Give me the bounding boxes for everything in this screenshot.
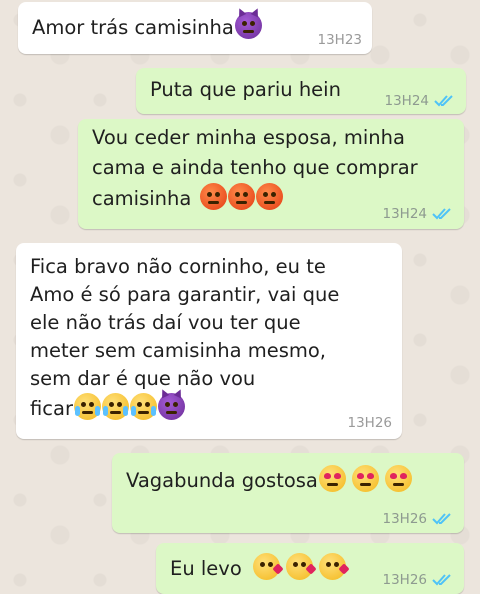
message-time: 13H24	[384, 93, 429, 109]
angry-face-icon	[200, 183, 228, 210]
message-text: Vagabunda gostosa	[126, 469, 318, 492]
double-check-read-icon	[432, 208, 451, 220]
double-check-read-icon	[432, 513, 451, 525]
message-bubble-outgoing[interactable]: Puta que pariu hein 13H24	[136, 68, 466, 114]
message-meta: 13H26	[382, 511, 452, 527]
message-time: 13H23	[317, 32, 362, 48]
kissing-heart-icon	[252, 553, 284, 580]
tears-of-joy-icon	[129, 393, 157, 420]
double-check-read-icon	[432, 574, 451, 586]
message-meta: 13H24	[382, 206, 452, 222]
kissing-heart-icon	[318, 553, 350, 580]
heart-eyes-icon	[351, 465, 379, 492]
message-bubble-outgoing[interactable]: Vagabunda gostosa 13H26	[112, 453, 464, 533]
message-bubble-incoming[interactable]: Fica bravo não corninho, eu te Amo é só …	[16, 243, 402, 439]
message-bubble-outgoing[interactable]: Eu levo 13H26	[156, 543, 464, 594]
message-time: 13H26	[382, 572, 427, 588]
message-time: 13H26	[382, 511, 427, 527]
smiling-imp-icon	[157, 387, 185, 420]
message-time: 13H26	[347, 415, 392, 431]
message-time: 13H24	[382, 206, 427, 222]
tears-of-joy-icon	[73, 393, 101, 420]
message-meta: 13H26	[347, 415, 392, 431]
angry-face-icon	[256, 183, 284, 210]
message-bubble-incoming[interactable]: Amor trás camisinha 13H23	[18, 2, 372, 54]
message-text: Amor trás camisinha	[32, 16, 234, 39]
angry-face-icon	[228, 183, 256, 210]
message-text: Puta que pariu hein	[150, 78, 341, 101]
message-text: Fica bravo não corninho, eu te Amo é só …	[30, 255, 340, 420]
message-text: Eu levo	[170, 557, 242, 580]
heart-eyes-icon	[318, 465, 346, 492]
message-meta: 13H23	[317, 32, 362, 48]
heart-eyes-icon	[384, 465, 412, 492]
smiling-imp-icon	[234, 6, 262, 39]
kissing-heart-icon	[285, 553, 317, 580]
message-meta: 13H26	[382, 572, 452, 588]
double-check-read-icon	[434, 95, 453, 107]
message-meta: 13H24	[384, 93, 454, 109]
message-bubble-outgoing[interactable]: Vou ceder minha esposa, minha cama e ain…	[78, 119, 464, 229]
tears-of-joy-icon	[101, 393, 129, 420]
